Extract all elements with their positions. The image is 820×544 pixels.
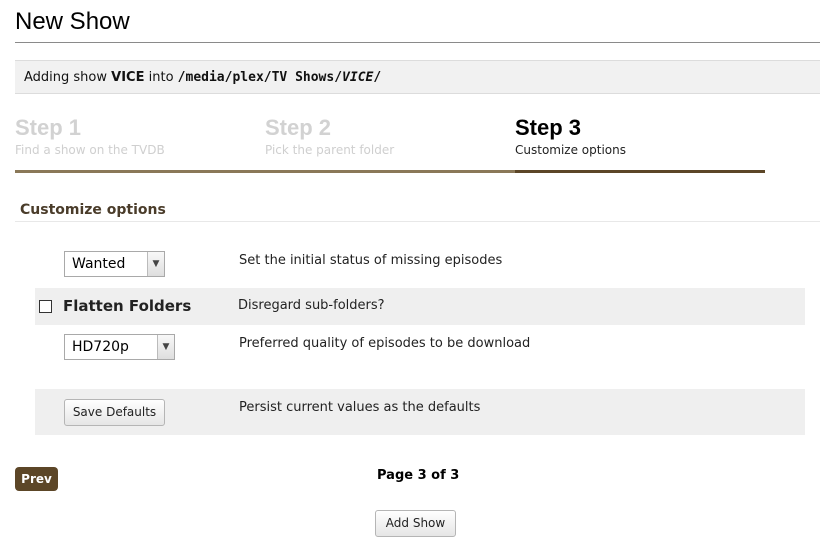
step-3: Step 3 Customize options — [515, 114, 626, 157]
flatten-folders-description: Disregard sub-folders? — [238, 298, 385, 313]
initial-status-value: Wanted — [72, 256, 126, 272]
path-suffix: / — [373, 70, 382, 85]
step-2-progress-bar — [265, 170, 515, 173]
save-defaults-button[interactable]: Save Defaults — [64, 399, 165, 426]
info-into: into — [148, 70, 174, 85]
step-3-progress-bar — [515, 170, 765, 173]
info-prefix: Adding show — [24, 70, 108, 85]
initial-status-description: Set the initial status of missing episod… — [239, 253, 503, 268]
adding-show-info-bar: Adding show VICE into /media/plex/TV Sho… — [15, 60, 820, 94]
prev-button[interactable]: Prev — [15, 467, 58, 491]
quality-select[interactable]: HD720p ▼ — [64, 334, 175, 360]
path-show: VICE — [342, 70, 374, 85]
info-show-name: VICE — [111, 70, 145, 85]
step-2[interactable]: Step 2 Pick the parent folder — [265, 114, 394, 157]
step-1-description: Find a show on the TVDB — [15, 143, 165, 157]
quality-value: HD720p — [72, 339, 129, 355]
step-1-progress-bar — [15, 170, 265, 173]
section-title: Customize options — [20, 202, 166, 218]
step-1[interactable]: Step 1 Find a show on the TVDB — [15, 114, 165, 157]
chevron-down-icon: ▼ — [147, 252, 164, 276]
page-indicator: Page 3 of 3 — [377, 468, 460, 483]
section-divider — [15, 221, 820, 222]
step-2-number: Step 2 — [265, 115, 332, 140]
step-1-number: Step 1 — [15, 115, 82, 140]
add-show-button[interactable]: Add Show — [375, 510, 456, 537]
initial-status-select[interactable]: Wanted ▼ — [64, 251, 165, 277]
info-destination-path: /media/plex/TV Shows/VICE/ — [178, 70, 382, 85]
save-defaults-description: Persist current values as the defaults — [239, 400, 481, 415]
page-title: New Show — [15, 8, 130, 35]
path-base: /media/plex/TV Shows/ — [177, 70, 343, 85]
chevron-down-icon: ▼ — [157, 335, 174, 359]
quality-description: Preferred quality of episodes to be down… — [239, 336, 531, 351]
step-3-description: Customize options — [515, 143, 626, 157]
step-2-description: Pick the parent folder — [265, 143, 395, 157]
step-3-number: Step 3 — [515, 115, 582, 140]
flatten-folders-label[interactable]: Flatten Folders — [63, 297, 191, 315]
flatten-folders-checkbox[interactable] — [39, 300, 52, 313]
title-divider — [15, 42, 820, 43]
